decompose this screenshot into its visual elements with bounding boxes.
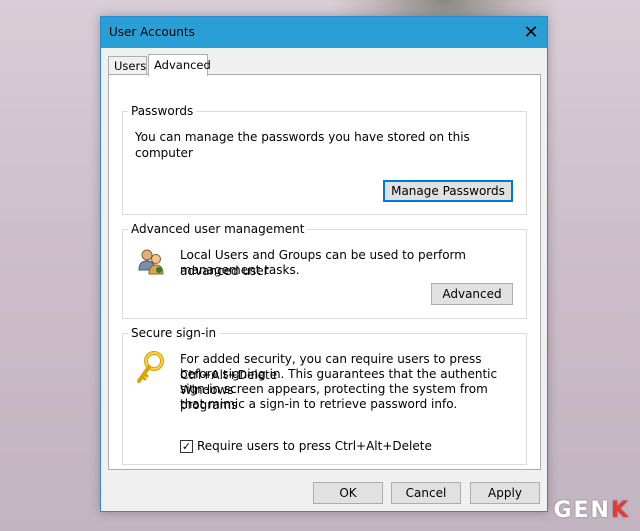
titlebar[interactable]: User Accounts ✕ bbox=[101, 17, 547, 48]
require-ctrl-alt-delete-label[interactable]: Require users to press Ctrl+Alt+Delete bbox=[197, 439, 432, 455]
tab-users[interactable]: Users bbox=[108, 56, 147, 75]
passwords-legend: Passwords bbox=[128, 103, 197, 119]
passwords-description: You can manage the passwords you have st… bbox=[135, 130, 470, 160]
tab-advanced[interactable]: Advanced bbox=[148, 54, 211, 76]
advanced-button[interactable]: Advanced bbox=[431, 283, 513, 305]
advanced-tab-panel: Passwords You can manage the passwords y… bbox=[108, 74, 541, 470]
passwords-group: Passwords You can manage the passwords y… bbox=[122, 103, 527, 215]
manage-passwords-button[interactable]: Manage Passwords bbox=[383, 180, 513, 202]
window-title: User Accounts bbox=[109, 25, 195, 39]
genk-watermark-logo: GENK bbox=[553, 498, 630, 523]
key-icon bbox=[137, 351, 164, 383]
ok-button[interactable]: OK bbox=[313, 482, 383, 504]
advanced-mgmt-desc-line2: management tasks. bbox=[180, 263, 300, 277]
require-ctrl-alt-delete-checkbox[interactable]: ✓ bbox=[180, 440, 193, 453]
advanced-user-management-group: Advanced user management Local Users and… bbox=[122, 221, 527, 319]
secure-signin-group: Secure sign-in For added security, you c… bbox=[122, 325, 527, 465]
close-icon[interactable]: ✕ bbox=[515, 17, 547, 48]
users-group-icon bbox=[138, 249, 164, 275]
secure-signin-legend: Secure sign-in bbox=[128, 325, 220, 341]
checkmark-icon: ✓ bbox=[181, 440, 192, 453]
secure-signin-line4: that mimic a sign-in to retrieve passwor… bbox=[180, 397, 458, 411]
apply-button[interactable]: Apply bbox=[470, 482, 540, 504]
advanced-mgmt-legend: Advanced user management bbox=[128, 221, 308, 237]
cancel-button[interactable]: Cancel bbox=[391, 482, 461, 504]
user-accounts-window: User Accounts ✕ Users Advanced Passwords… bbox=[100, 16, 548, 512]
